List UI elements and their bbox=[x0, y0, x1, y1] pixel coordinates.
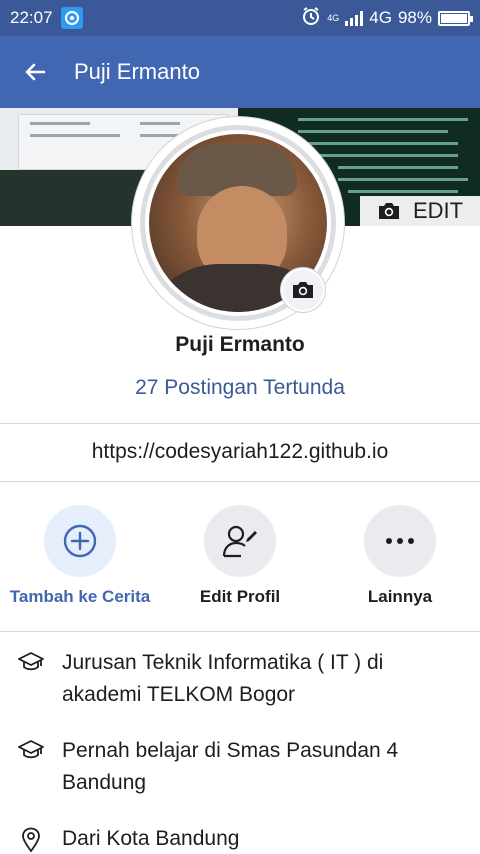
graduation-cap-icon bbox=[18, 652, 44, 671]
app-bar-title: Puji Ermanto bbox=[74, 59, 200, 84]
edit-profile-label: Edit Profil bbox=[199, 587, 281, 606]
edit-profile-button[interactable]: Edit Profil bbox=[160, 505, 320, 607]
profile-name: Puji Ermanto bbox=[175, 333, 305, 356]
divider bbox=[0, 481, 480, 482]
divider bbox=[0, 423, 480, 424]
back-arrow-icon bbox=[25, 63, 46, 81]
back-button[interactable] bbox=[0, 36, 70, 108]
pending-posts-link[interactable]: 27 Postingan Tertunda bbox=[0, 376, 480, 400]
info-item-education: Pernah belajar di Smas Pasundan 4 Bandun… bbox=[0, 735, 480, 799]
camera-icon bbox=[293, 282, 313, 298]
signal-icon bbox=[345, 10, 364, 26]
battery-icon bbox=[438, 10, 473, 26]
app-notification-icon bbox=[60, 7, 83, 29]
info-item-hometown: Dari Kota Bandung bbox=[0, 823, 480, 854]
edit-profile-icon bbox=[222, 525, 257, 558]
graduation-cap-icon bbox=[18, 740, 44, 759]
edit-cover-button[interactable]: EDIT bbox=[360, 196, 480, 226]
network-type-small: 4G bbox=[327, 12, 340, 23]
app-bar: Puji Ermanto bbox=[0, 36, 480, 108]
info-text: Pernah belajar di Smas Pasundan 4 Bandun… bbox=[62, 739, 399, 794]
info-text: Jurusan Teknik Informatika ( IT ) di aka… bbox=[62, 651, 384, 706]
location-pin-icon bbox=[22, 827, 40, 853]
status-time: 22:07 bbox=[10, 8, 53, 27]
more-button[interactable]: Lainnya bbox=[320, 505, 480, 607]
status-bar: 22:07 4G 4G 98% bbox=[0, 0, 480, 36]
website-link[interactable]: https://codesyariah122.github.io bbox=[0, 440, 480, 464]
edit-cover-label: EDIT bbox=[412, 198, 464, 223]
network-type: 4G bbox=[369, 8, 392, 27]
info-text: Dari Kota Bandung bbox=[62, 827, 240, 850]
battery-percent: 98% bbox=[397, 8, 432, 27]
alarm-icon bbox=[301, 6, 321, 31]
change-profile-photo-button[interactable] bbox=[280, 267, 326, 313]
more-label: Lainnya bbox=[367, 587, 433, 606]
info-item-education: Jurusan Teknik Informatika ( IT ) di aka… bbox=[0, 647, 480, 711]
more-icon bbox=[386, 538, 414, 544]
add-to-story-label: Tambah ke Cerita bbox=[9, 587, 151, 606]
divider bbox=[0, 631, 480, 632]
camera-icon bbox=[378, 203, 399, 219]
plus-circle-icon bbox=[63, 524, 97, 558]
add-to-story-button[interactable]: Tambah ke Cerita bbox=[0, 505, 160, 607]
